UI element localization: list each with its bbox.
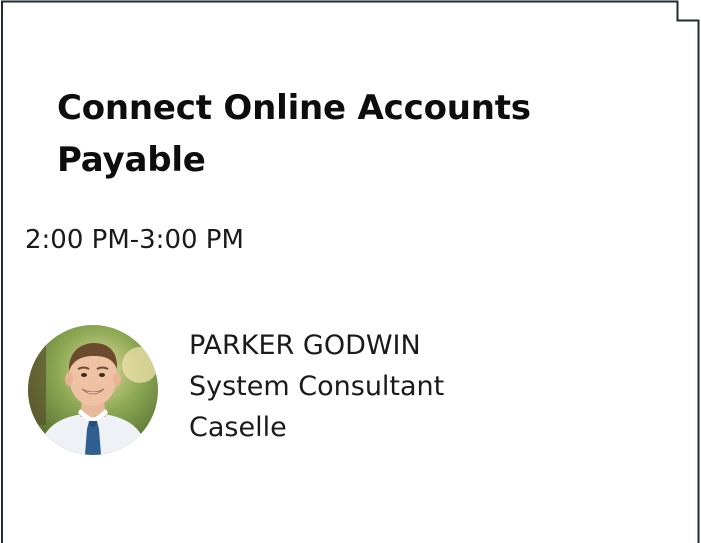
session-card: Connect Online Accounts Payable 2:00 PM-… bbox=[0, 0, 701, 543]
session-time: 2:00 PM-3:00 PM bbox=[25, 225, 244, 255]
speaker-company: Caselle bbox=[189, 412, 287, 443]
session-title: Connect Online Accounts Payable bbox=[57, 88, 531, 180]
speaker-info: PARKER GODWIN System Consultant Caselle bbox=[189, 325, 444, 448]
speaker-name: PARKER GODWIN bbox=[189, 330, 421, 361]
speaker-avatar bbox=[28, 325, 158, 455]
speaker-photo-icon bbox=[28, 325, 158, 455]
speaker-role: System Consultant bbox=[189, 371, 445, 402]
speaker-block: PARKER GODWIN System Consultant Caselle bbox=[28, 325, 628, 455]
